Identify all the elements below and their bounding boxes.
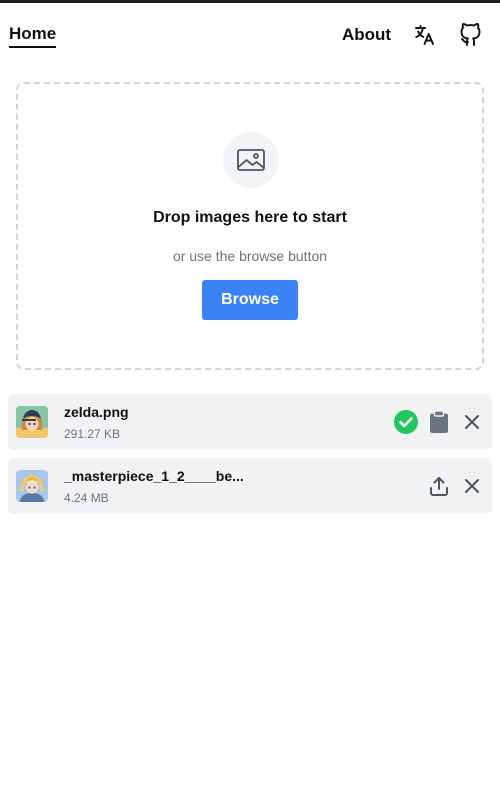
file-thumbnail [16, 470, 48, 502]
close-icon[interactable] [459, 409, 485, 435]
close-icon[interactable] [459, 473, 485, 499]
file-size: 291.27 KB [64, 427, 121, 441]
image-drop-zone[interactable]: Drop images here to start or use the bro… [16, 82, 484, 370]
file-size: 4.24 MB [64, 491, 109, 505]
file-list-item: zelda.png 291.27 KB [8, 394, 492, 450]
nav-home-link[interactable]: Home [9, 24, 57, 48]
check-circle-icon [393, 409, 419, 435]
drop-zone-subtitle: or use the browse button [172, 248, 328, 264]
browse-button[interactable]: Browse [202, 280, 298, 320]
nav-about-link[interactable]: About [342, 25, 391, 45]
clipboard-icon[interactable] [426, 409, 452, 435]
file-name: _masterpiece_1_2____be... [64, 468, 244, 484]
github-icon[interactable] [458, 22, 484, 48]
drop-zone-title: Drop images here to start [153, 209, 347, 226]
file-name: zelda.png [64, 404, 129, 420]
upload-icon[interactable] [426, 473, 452, 499]
file-thumbnail [16, 406, 48, 438]
translate-icon[interactable] [411, 22, 437, 48]
file-list-item: _masterpiece_1_2____be... 4.24 MB [8, 458, 492, 514]
image-icon [223, 132, 279, 188]
site-header: Home About [0, 3, 500, 65]
